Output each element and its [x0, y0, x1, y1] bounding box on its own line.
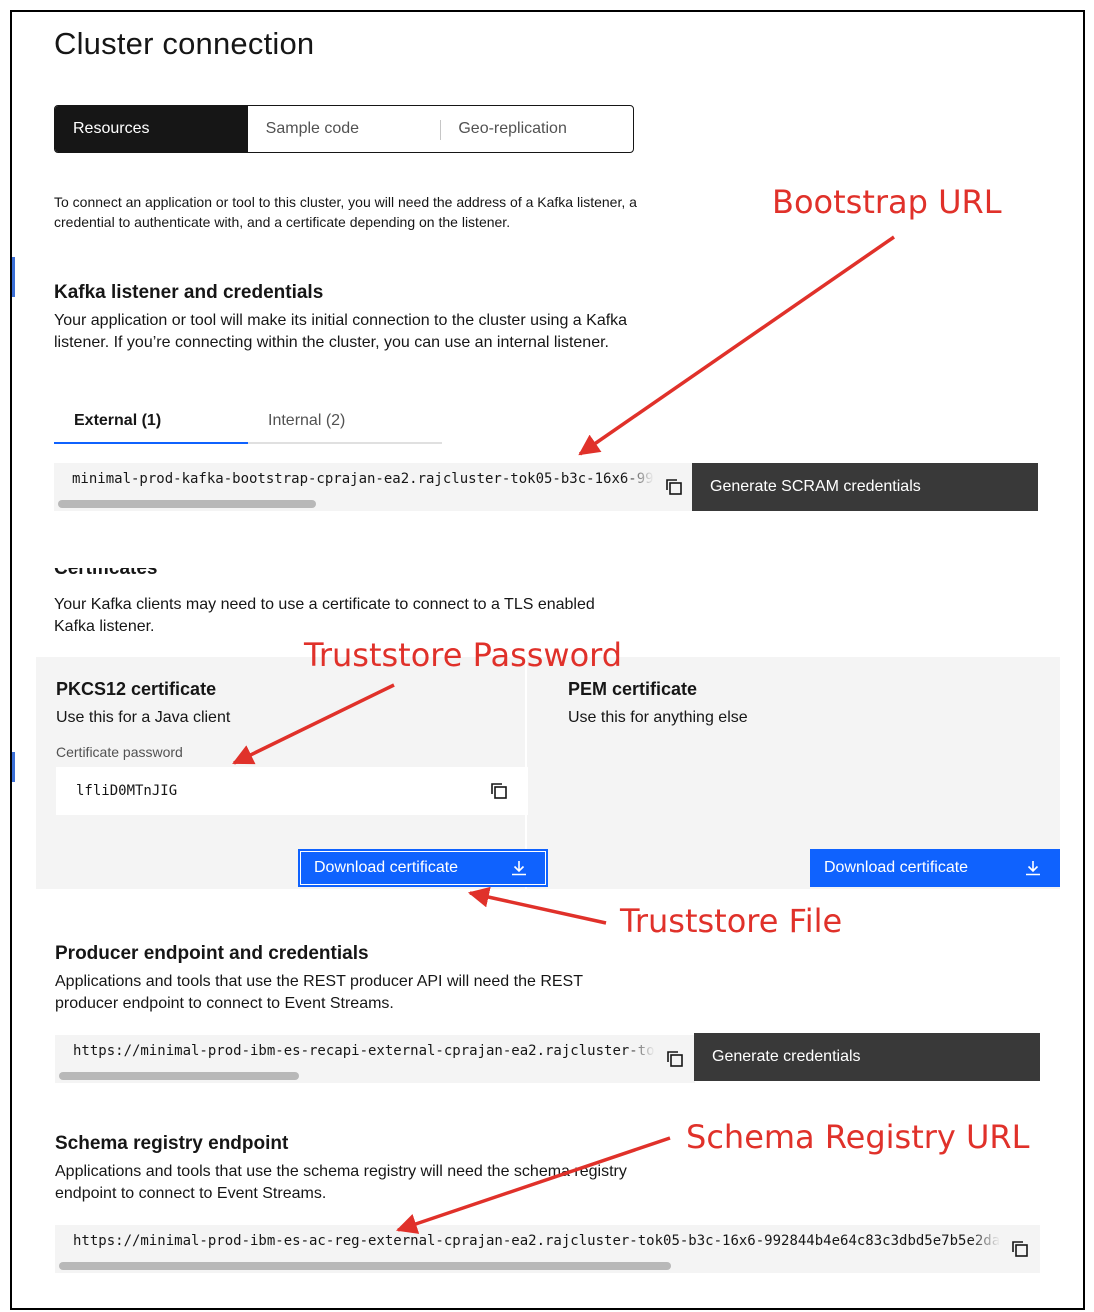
download-icon	[1026, 861, 1040, 876]
arrow-truststore-file	[467, 886, 607, 925]
tab-external[interactable]: External (1)	[54, 406, 248, 444]
certificates-description: Your Kafka clients may need to use a cer…	[54, 596, 595, 635]
copy-icon	[491, 783, 507, 799]
schema-registry-endpoint-text: https://minimal-prod-ibm-es-ac-reg-exter…	[55, 1225, 1000, 1249]
intro-text: To connect an application or tool to thi…	[54, 194, 637, 230]
horizontal-scrollbar[interactable]	[59, 1072, 299, 1080]
content-switcher: Resources Sample code Geo-replication	[54, 105, 634, 153]
producer-heading: Producer endpoint and credentials	[55, 943, 369, 964]
pkcs12-download-button[interactable]: Download certificate	[298, 849, 548, 887]
pem-title: PEM certificate	[568, 679, 698, 699]
certificate-password-label: Certificate password	[56, 744, 183, 760]
page-title: Cluster connection	[54, 26, 315, 61]
annotation-schema-registry-url: Schema Registry URL	[686, 1118, 1030, 1156]
pem-subtitle: Use this for anything else	[568, 709, 748, 726]
switcher-tab-geo-replication[interactable]: Geo-replication	[440, 106, 633, 152]
annotation-truststore-password: Truststore Password	[304, 636, 623, 674]
copy-producer-endpoint-button[interactable]	[655, 1035, 695, 1083]
bootstrap-url-field[interactable]: minimal-prod-kafka-bootstrap-cprajan-ea2…	[54, 463, 694, 511]
horizontal-scrollbar[interactable]	[58, 500, 316, 508]
annotation-bootstrap-url: Bootstrap URL	[772, 183, 1002, 221]
copy-icon	[666, 479, 682, 495]
tab-internal[interactable]: Internal (2)	[248, 406, 442, 442]
producer-endpoint-text: https://minimal-prod-ibm-es-recapi-exter…	[55, 1035, 655, 1059]
switcher-tab-resources[interactable]: Resources	[55, 106, 248, 152]
generate-credentials-button[interactable]: Generate credentials	[694, 1033, 1040, 1081]
producer-endpoint-field[interactable]: https://minimal-prod-ibm-es-recapi-exter…	[55, 1035, 695, 1083]
screenshot-frame: Cluster connection Resources Sample code…	[10, 10, 1085, 1310]
pem-download-label: Download certificate	[824, 859, 969, 876]
producer-description: Applications and tools that use the REST…	[55, 973, 583, 1012]
certificate-password-value: lfliD0MTnJIG	[76, 783, 178, 799]
left-edge-marker	[12, 752, 15, 782]
switcher-tab-sample-code[interactable]: Sample code	[248, 106, 441, 152]
listener-tabs: External (1) Internal (2)	[54, 406, 442, 444]
copy-bootstrap-button[interactable]	[654, 463, 694, 511]
certificate-password-field[interactable]: lfliD0MTnJIG	[56, 767, 528, 815]
pkcs12-subtitle: Use this for a Java client	[56, 709, 231, 726]
left-edge-marker	[12, 257, 15, 297]
bootstrap-url-text: minimal-prod-kafka-bootstrap-cprajan-ea2…	[54, 463, 654, 487]
kafka-listener-heading: Kafka listener and credentials	[54, 282, 324, 303]
schema-registry-heading: Schema registry endpoint	[55, 1133, 289, 1154]
copy-icon	[667, 1051, 683, 1067]
horizontal-scrollbar[interactable]	[59, 1262, 671, 1270]
schema-registry-description: Applications and tools that use the sche…	[55, 1163, 627, 1202]
pkcs12-download-label: Download certificate	[314, 859, 459, 876]
copy-icon	[1012, 1241, 1028, 1257]
pkcs12-title: PKCS12 certificate	[56, 679, 217, 699]
copy-password-button[interactable]	[484, 776, 514, 806]
kafka-listener-description: Your application or tool will make its i…	[54, 312, 628, 351]
schema-registry-endpoint-field[interactable]: https://minimal-prod-ibm-es-ac-reg-exter…	[55, 1225, 1040, 1273]
certificates-heading-clipped: Certificates	[54, 568, 158, 579]
copy-schema-registry-button[interactable]	[1000, 1225, 1040, 1273]
annotation-truststore-file: Truststore File	[620, 902, 843, 940]
generate-scram-credentials-button[interactable]: Generate SCRAM credentials	[692, 463, 1038, 511]
pem-download-button[interactable]: Download certificate	[810, 849, 1060, 887]
download-icon	[512, 861, 526, 876]
